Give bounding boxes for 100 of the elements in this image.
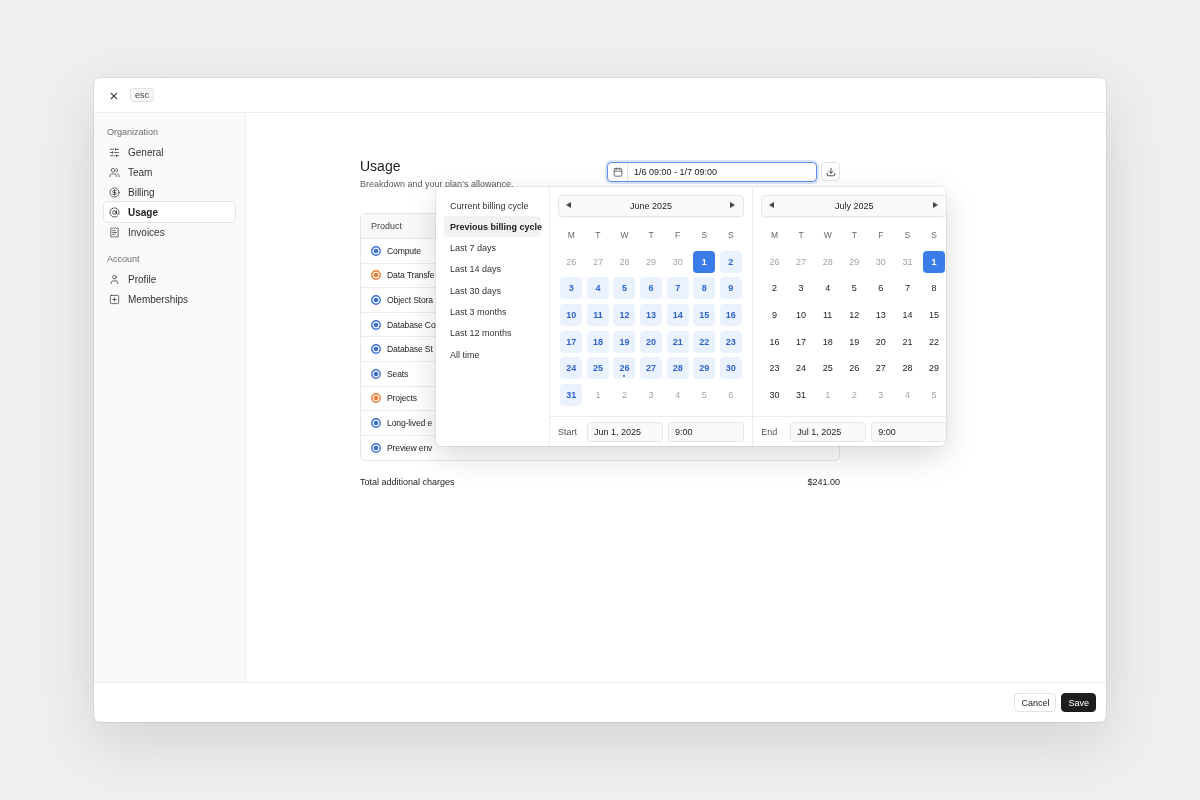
calendar-day[interactable]: 31 <box>896 250 919 273</box>
sidebar-item[interactable]: Billing <box>104 182 235 202</box>
calendar-day[interactable]: 12 <box>613 304 636 327</box>
date-input[interactable]: Jun 1, 2025 <box>587 421 664 442</box>
preset-option[interactable]: Last 14 days <box>444 258 541 280</box>
calendar-day[interactable]: 1 <box>923 250 945 273</box>
time-input[interactable]: 9:00 <box>668 421 745 442</box>
calendar-day[interactable]: 5 <box>843 277 866 300</box>
calendar-day[interactable]: 11 <box>586 304 609 327</box>
calendar-day[interactable]: 26 <box>843 357 866 380</box>
calendar-day[interactable]: 14 <box>896 304 919 327</box>
calendar-day[interactable]: 4 <box>896 383 919 406</box>
next-month-button[interactable] <box>933 202 940 210</box>
sidebar-item[interactable]: General <box>104 142 235 162</box>
calendar-day[interactable]: 23 <box>719 330 742 353</box>
preset-option[interactable]: Last 7 days <box>444 237 541 259</box>
calendar-day[interactable]: 31 <box>790 383 813 406</box>
calendar-day[interactable]: 1 <box>586 383 609 406</box>
calendar-day[interactable]: 9 <box>763 304 786 327</box>
calendar-day[interactable]: 14 <box>666 304 689 327</box>
calendar-day[interactable]: 5 <box>693 383 716 406</box>
calendar-day[interactable]: 2 <box>719 250 742 273</box>
save-button[interactable]: Save <box>1061 693 1096 712</box>
calendar-day[interactable]: 22 <box>923 330 945 353</box>
calendar-day[interactable]: 22 <box>693 330 716 353</box>
calendar-day[interactable]: 11 <box>816 304 839 327</box>
preset-option[interactable]: All time <box>444 344 541 366</box>
calendar-day[interactable]: 20 <box>869 330 892 353</box>
preset-option[interactable]: Last 3 months <box>444 301 541 323</box>
calendar-day[interactable]: 17 <box>560 330 583 353</box>
calendar-day[interactable]: 3 <box>640 383 663 406</box>
close-button[interactable]: × <box>108 89 120 101</box>
calendar-day[interactable]: 15 <box>923 304 945 327</box>
calendar-day[interactable]: 27 <box>586 250 609 273</box>
calendar-day[interactable]: 2 <box>843 383 866 406</box>
calendar-day[interactable]: 6 <box>719 383 742 406</box>
calendar-day[interactable]: 10 <box>790 304 813 327</box>
calendar-day[interactable]: 19 <box>843 330 866 353</box>
calendar-day[interactable]: 23 <box>763 357 786 380</box>
calendar-day[interactable]: 1 <box>816 383 839 406</box>
sidebar-item[interactable]: Profile <box>104 269 235 289</box>
calendar-day[interactable]: 26 <box>560 250 583 273</box>
sidebar-item[interactable]: Usage <box>104 202 235 222</box>
calendar-day[interactable]: 26 <box>613 357 636 380</box>
calendar-day[interactable]: 28 <box>896 357 919 380</box>
download-button[interactable] <box>821 162 840 181</box>
date-range-field[interactable]: 1/6 09:00 - 1/7 09:00 <box>607 162 817 182</box>
calendar-day[interactable]: 2 <box>613 383 636 406</box>
calendar-day[interactable]: 7 <box>896 277 919 300</box>
calendar-day[interactable]: 8 <box>693 277 716 300</box>
calendar-day[interactable]: 6 <box>869 277 892 300</box>
calendar-day[interactable]: 25 <box>586 357 609 380</box>
date-input[interactable]: Jul 1, 2025 <box>790 421 867 442</box>
preset-option[interactable]: Previous billing cycle <box>444 216 541 238</box>
calendar-day[interactable]: 26 <box>763 250 786 273</box>
calendar-day[interactable]: 12 <box>843 304 866 327</box>
sidebar-item[interactable]: Invoices <box>104 222 235 242</box>
calendar-day[interactable]: 5 <box>613 277 636 300</box>
calendar-day[interactable]: 16 <box>763 330 786 353</box>
calendar-day[interactable]: 30 <box>763 383 786 406</box>
calendar-day[interactable]: 4 <box>816 277 839 300</box>
calendar-day[interactable]: 13 <box>640 304 663 327</box>
sidebar-item[interactable]: Team <box>104 162 235 182</box>
preset-option[interactable]: Current billing cycle <box>444 195 541 216</box>
preset-option[interactable]: Last 30 days <box>444 280 541 302</box>
calendar-day[interactable]: 25 <box>816 357 839 380</box>
calendar-day[interactable]: 31 <box>560 383 583 406</box>
calendar-day[interactable]: 6 <box>640 277 663 300</box>
calendar-day[interactable]: 29 <box>693 357 716 380</box>
calendar-day[interactable]: 9 <box>719 277 742 300</box>
calendar-day[interactable]: 29 <box>843 250 866 273</box>
previous-month-button[interactable] <box>769 202 776 210</box>
calendar-day[interactable]: 30 <box>869 250 892 273</box>
calendar-day[interactable]: 29 <box>640 250 663 273</box>
calendar-day[interactable]: 16 <box>719 304 742 327</box>
calendar-day[interactable]: 24 <box>560 357 583 380</box>
cancel-button[interactable]: Cancel <box>1014 693 1057 712</box>
calendar-day[interactable]: 27 <box>640 357 663 380</box>
calendar-day[interactable]: 18 <box>816 330 839 353</box>
calendar-day[interactable]: 21 <box>896 330 919 353</box>
previous-month-button[interactable] <box>566 202 572 210</box>
calendar-day[interactable]: 3 <box>790 277 813 300</box>
calendar-day[interactable]: 24 <box>790 357 813 380</box>
calendar-day[interactable]: 28 <box>613 250 636 273</box>
calendar-day[interactable]: 19 <box>613 330 636 353</box>
calendar-day[interactable]: 2 <box>763 277 786 300</box>
calendar-day[interactable]: 18 <box>586 330 609 353</box>
calendar-day[interactable]: 4 <box>586 277 609 300</box>
calendar-day[interactable]: 10 <box>560 304 583 327</box>
calendar-day[interactable]: 27 <box>790 250 813 273</box>
calendar-day[interactable]: 3 <box>869 383 892 406</box>
calendar-day[interactable]: 29 <box>923 357 945 380</box>
calendar-day[interactable]: 5 <box>923 383 945 406</box>
calendar-day[interactable]: 13 <box>869 304 892 327</box>
calendar-day[interactable]: 1 <box>693 250 716 273</box>
calendar-day[interactable]: 28 <box>816 250 839 273</box>
calendar-day[interactable]: 17 <box>790 330 813 353</box>
calendar-day[interactable]: 28 <box>666 357 689 380</box>
calendar-day[interactable]: 20 <box>640 330 663 353</box>
time-input[interactable]: 9:00 <box>871 421 946 442</box>
